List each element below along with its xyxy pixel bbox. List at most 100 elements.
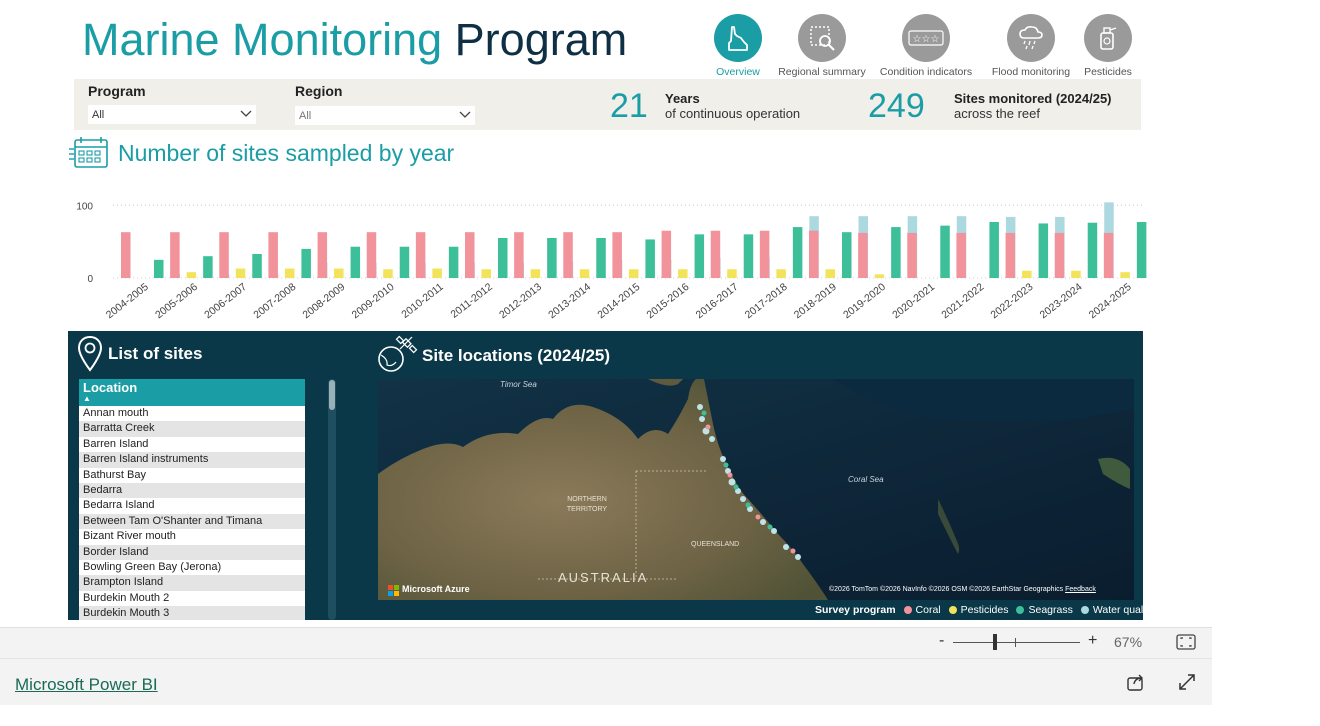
bar-seagrass[interactable] xyxy=(596,238,606,278)
bar-seagrass[interactable] xyxy=(1038,223,1049,278)
bar-seagrass[interactable] xyxy=(350,246,361,278)
list-item[interactable]: Bizant River mouth xyxy=(79,529,305,545)
bar-coral[interactable] xyxy=(907,232,917,278)
bar-pesticides[interactable] xyxy=(383,269,393,278)
bar-seagrass[interactable] xyxy=(645,239,655,278)
bar-seagrass[interactable] xyxy=(1136,222,1147,278)
fit-to-page-icon[interactable] xyxy=(1176,634,1196,655)
bar-pesticides[interactable] xyxy=(186,272,197,278)
bar-seagrass[interactable] xyxy=(940,225,950,278)
bar-pesticides[interactable] xyxy=(334,268,344,278)
bar-seagrass[interactable] xyxy=(301,248,311,278)
bar-pesticides[interactable] xyxy=(825,269,836,278)
bar-seagrass[interactable] xyxy=(842,232,852,278)
years-value: 21 xyxy=(610,87,648,125)
bar-seagrass[interactable] xyxy=(989,222,999,278)
zoom-slider-track[interactable] xyxy=(953,642,1080,643)
bar-pesticides[interactable] xyxy=(678,269,688,278)
bar-coral[interactable] xyxy=(121,232,131,278)
bar-seagrass[interactable] xyxy=(203,256,213,278)
bar-coral[interactable] xyxy=(710,230,721,278)
bar-seagrass[interactable] xyxy=(498,238,508,278)
list-item[interactable]: Barratta Creek xyxy=(79,421,305,437)
share-icon[interactable] xyxy=(1126,672,1146,697)
bar-coral[interactable] xyxy=(661,230,672,278)
bar-pesticides[interactable] xyxy=(284,268,295,278)
list-item[interactable]: Bowling Green Bay (Jerona) xyxy=(79,559,305,576)
map-feedback-link[interactable]: Feedback xyxy=(1065,586,1096,593)
bar-pesticides[interactable] xyxy=(628,269,639,278)
bar-coral[interactable] xyxy=(514,232,524,278)
bar-pesticides[interactable] xyxy=(432,268,442,278)
location-list-scrollbar[interactable] xyxy=(328,379,336,620)
bar-coral[interactable] xyxy=(809,230,819,278)
bar-seagrass[interactable] xyxy=(743,234,754,278)
bar-seagrass[interactable] xyxy=(1087,222,1098,278)
bar-coral[interactable] xyxy=(1103,232,1114,278)
program-dropdown[interactable]: All xyxy=(88,105,256,124)
list-item[interactable]: Between Tam O'Shanter and Timana xyxy=(79,513,305,530)
x-tick-label: 2008-2009 xyxy=(300,281,347,321)
bar-coral[interactable] xyxy=(956,232,966,278)
region-dropdown[interactable]: All xyxy=(295,106,475,125)
nav-pesticides-button[interactable]: Pesticides xyxy=(1053,14,1163,78)
coral-dot-icon xyxy=(903,606,912,614)
list-item[interactable]: Border Island xyxy=(79,544,305,560)
years-title: Years xyxy=(665,91,700,106)
bar-pesticides[interactable] xyxy=(530,269,541,278)
nav-regional-summary-button[interactable]: Regional summary xyxy=(767,14,877,78)
list-item[interactable]: Burdekin Mouth 3 xyxy=(79,606,305,620)
bar-pesticides[interactable] xyxy=(235,268,246,278)
list-item[interactable]: Annan mouth xyxy=(79,406,305,422)
bar-coral[interactable] xyxy=(563,232,573,278)
bar-pesticides[interactable] xyxy=(727,269,737,278)
bar-seagrass[interactable] xyxy=(891,227,901,278)
zoom-slider-thumb[interactable] xyxy=(992,634,997,650)
bar-pesticides[interactable] xyxy=(776,269,786,278)
list-item[interactable]: Bedarra Island xyxy=(79,498,305,514)
bar-coral[interactable] xyxy=(170,232,180,278)
bar-seagrass[interactable] xyxy=(154,259,164,278)
list-item[interactable]: Burdekin Mouth 2 xyxy=(79,590,305,607)
bar-coral[interactable] xyxy=(268,232,278,278)
bar-coral[interactable] xyxy=(317,232,328,278)
bar-coral[interactable] xyxy=(366,232,377,278)
list-item[interactable]: Barren Island xyxy=(79,436,305,453)
scrollbar-thumb[interactable] xyxy=(329,380,335,410)
bar-coral[interactable] xyxy=(1005,232,1016,278)
bar-pesticides[interactable] xyxy=(1022,270,1032,278)
bar-seagrass[interactable] xyxy=(399,246,410,278)
nav-pesticides-label: Pesticides xyxy=(1084,66,1132,78)
bar-seagrass[interactable] xyxy=(448,246,459,278)
fullscreen-icon[interactable] xyxy=(1177,672,1197,697)
bar-seagrass[interactable] xyxy=(792,227,803,278)
bar-coral[interactable] xyxy=(858,232,868,278)
list-item[interactable]: Brampton Island xyxy=(79,575,305,591)
bar-coral[interactable] xyxy=(612,232,622,278)
location-column-header[interactable]: Location ▲ xyxy=(79,379,305,406)
bar-pesticides[interactable] xyxy=(579,269,590,278)
nav-condition-indicators-button[interactable]: ☆☆☆ Condition indicators xyxy=(871,14,981,78)
zoom-in-button[interactable]: + xyxy=(1088,632,1097,650)
bar-coral[interactable] xyxy=(415,232,426,278)
bar-seagrass[interactable] xyxy=(547,238,557,278)
list-item[interactable]: Bedarra xyxy=(79,482,305,499)
bar-pesticides[interactable] xyxy=(1120,272,1130,278)
bar-seagrass[interactable] xyxy=(252,254,262,278)
bar-pesticides[interactable] xyxy=(874,274,885,278)
bar-coral[interactable] xyxy=(1054,232,1065,278)
bar-pesticides[interactable] xyxy=(1071,270,1081,278)
bar-coral[interactable] xyxy=(219,232,229,278)
power-bi-link[interactable]: Microsoft Power BI xyxy=(15,675,158,695)
bar-coral[interactable] xyxy=(759,230,770,278)
list-item[interactable]: Bathurst Bay xyxy=(79,467,305,483)
bar-pesticides[interactable] xyxy=(481,269,492,278)
site-locations-map[interactable]: Timor Sea Coral Sea NORTHERN TERRITORY Q… xyxy=(378,379,1134,600)
bar-coral[interactable] xyxy=(465,232,475,278)
x-tick-label: 2014-2015 xyxy=(595,281,642,321)
bar-seagrass[interactable] xyxy=(694,234,705,278)
list-item[interactable]: Barren Island instruments xyxy=(79,452,305,468)
zoom-out-button[interactable]: - xyxy=(939,632,944,650)
region-filter-label: Region xyxy=(295,83,343,99)
x-tick-label: 2020-2021 xyxy=(890,281,937,321)
